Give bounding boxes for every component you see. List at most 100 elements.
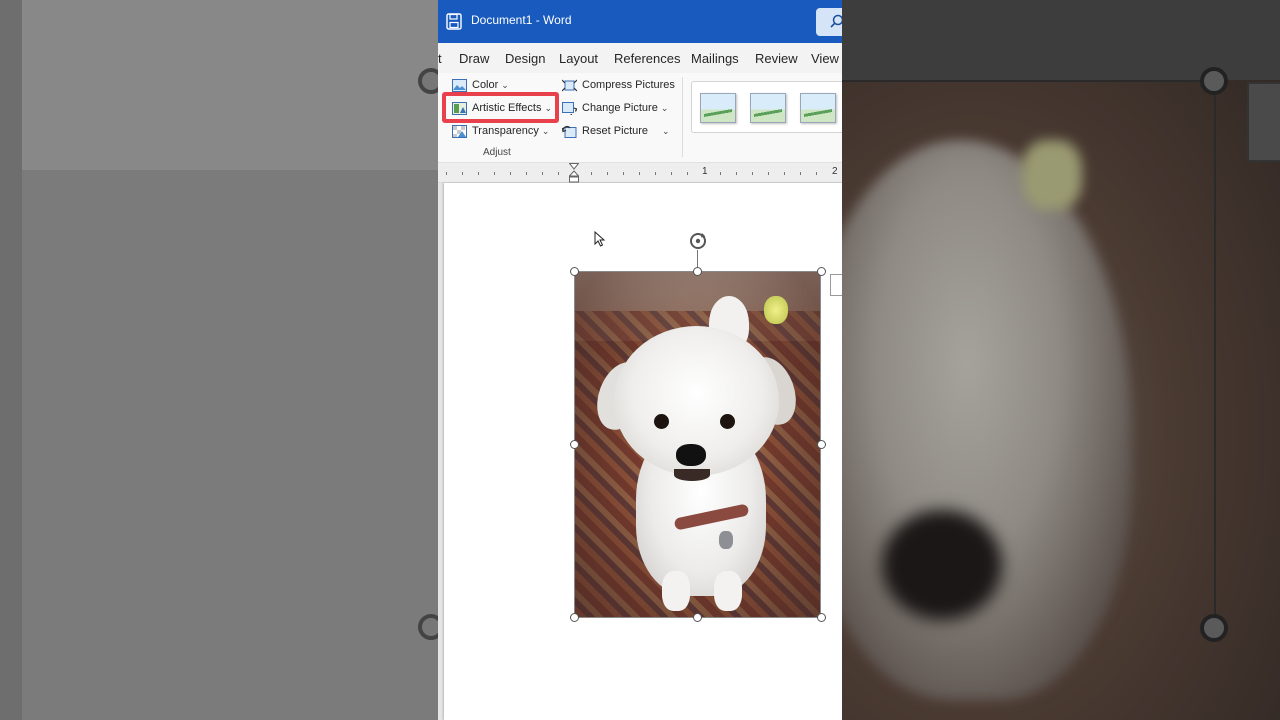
ruler-number: 2 [832, 166, 838, 177]
backdrop-ribbon-ghost [22, 0, 438, 170]
backdrop-toy [1022, 140, 1082, 210]
dog-eye [654, 414, 669, 429]
change-picture-label: Change Picture [582, 102, 658, 114]
chevron-down-icon: ⌄ [660, 102, 669, 113]
tab-mailings[interactable]: Mailings [691, 51, 739, 66]
chevron-down-icon[interactable]: ⌄ [662, 126, 670, 137]
ruler-tick [639, 172, 640, 175]
compress-pictures-icon [562, 79, 577, 91]
picture-styles-gallery [691, 81, 842, 133]
tab-draw[interactable]: Draw [459, 51, 489, 66]
ruler-tick [558, 172, 559, 175]
ruler-tick [687, 172, 688, 175]
app-name: Word [543, 13, 572, 27]
dog-leg [662, 571, 690, 611]
dog-nose [676, 444, 706, 466]
resize-handle-bottom-left[interactable] [570, 613, 579, 622]
picture-style-thumb[interactable] [750, 93, 786, 123]
mouse-pointer-icon [594, 231, 606, 247]
rotate-handle-icon[interactable] [688, 231, 708, 251]
search-icon [830, 14, 842, 28]
ribbon-tabs: t Draw Design Layout References Mailings… [438, 43, 842, 73]
ruler-tick [784, 172, 785, 175]
resize-handle-top-right[interactable] [817, 267, 826, 276]
ruler-tick [816, 172, 817, 175]
transparency-label: Transparency [472, 125, 539, 137]
ruler-tick [542, 172, 543, 175]
compress-pictures-label: Compress Pictures [582, 79, 675, 91]
ribbon-separator [682, 77, 683, 157]
backdrop-handle [1200, 67, 1228, 95]
horizontal-ruler: 1 2 [438, 163, 842, 183]
ruler-tick [607, 172, 608, 175]
title-separator: - [532, 13, 544, 27]
ruler-tick [655, 172, 656, 175]
ruler-tick [494, 172, 495, 175]
ruler-number: 1 [702, 166, 708, 177]
picture-style-thumb[interactable] [800, 93, 836, 123]
title-bar: Document1 - Word [438, 0, 842, 43]
picture-toy [764, 296, 788, 324]
chevron-down-icon: ⌄ [541, 125, 550, 136]
resize-handle-bottom-right[interactable] [817, 613, 826, 622]
reset-picture-icon [562, 125, 577, 138]
ruler-tick [526, 172, 527, 175]
ruler-tick [800, 172, 801, 175]
ruler-tick [623, 172, 624, 175]
backdrop-frame [1214, 82, 1216, 630]
color-label: Color [472, 79, 499, 91]
dog-mouth [674, 469, 710, 481]
reset-picture-label: Reset Picture [582, 125, 649, 137]
search-button[interactable] [816, 8, 842, 36]
ruler-tick [446, 172, 447, 175]
color-icon [452, 78, 467, 92]
blurred-backdrop-right [842, 0, 1280, 720]
layout-options-icon[interactable] [830, 274, 842, 296]
dog-leg [714, 571, 742, 611]
tab-view[interactable]: View [811, 51, 839, 66]
change-picture-button[interactable]: Change Picture ⌄ [562, 98, 668, 118]
tab-truncated[interactable]: t [438, 51, 442, 66]
ruler-tick [768, 172, 769, 175]
ruler-tick [462, 172, 463, 175]
ruler-tick [752, 172, 753, 175]
resize-handle-right[interactable] [817, 440, 826, 449]
dog-tag [719, 531, 733, 549]
blurred-backdrop-left [0, 0, 444, 720]
document-name: Document1 [471, 13, 533, 27]
backdrop-layout-options [1247, 82, 1280, 162]
word-window: Document1 - Word t Draw Design Layout Re… [438, 0, 842, 720]
indent-marker-icon[interactable] [569, 163, 579, 183]
ruler-tick [510, 172, 511, 175]
compress-pictures-button[interactable]: Compress Pictures [562, 75, 675, 95]
backdrop-dog-blur [842, 140, 1132, 700]
adjust-group-label: Adjust [483, 147, 511, 158]
tab-layout[interactable]: Layout [559, 51, 598, 66]
transparency-icon [452, 124, 467, 138]
reset-picture-button[interactable]: Reset Picture ⌄ [562, 121, 670, 141]
picture-style-thumb[interactable] [700, 93, 736, 123]
save-icon[interactable] [446, 13, 462, 30]
window-title: Document1 - Word [471, 13, 572, 27]
artistic-effects-highlight [442, 92, 559, 123]
ruler-tick [720, 172, 721, 175]
resize-handle-top[interactable] [693, 267, 702, 276]
ruler-tick [671, 172, 672, 175]
tab-review[interactable]: Review [755, 51, 798, 66]
tab-design[interactable]: Design [505, 51, 545, 66]
dog-eye [720, 414, 735, 429]
ruler-tick [478, 172, 479, 175]
tab-references[interactable]: References [614, 51, 680, 66]
resize-handle-left[interactable] [570, 440, 579, 449]
resize-handle-bottom[interactable] [693, 613, 702, 622]
ribbon-adjust-group: Color ⌄ Artistic Effects ⌄ Transparency … [438, 73, 842, 163]
dog-picture[interactable] [574, 271, 821, 618]
backdrop-dog-eye [882, 510, 1002, 620]
transparency-button[interactable]: Transparency ⌄ [452, 121, 549, 141]
ruler-tick [736, 172, 737, 175]
backdrop-handle [1200, 614, 1228, 642]
backdrop-frame [842, 80, 1216, 82]
resize-handle-top-left[interactable] [570, 267, 579, 276]
ruler-tick [591, 172, 592, 175]
chevron-down-icon: ⌄ [501, 79, 509, 90]
